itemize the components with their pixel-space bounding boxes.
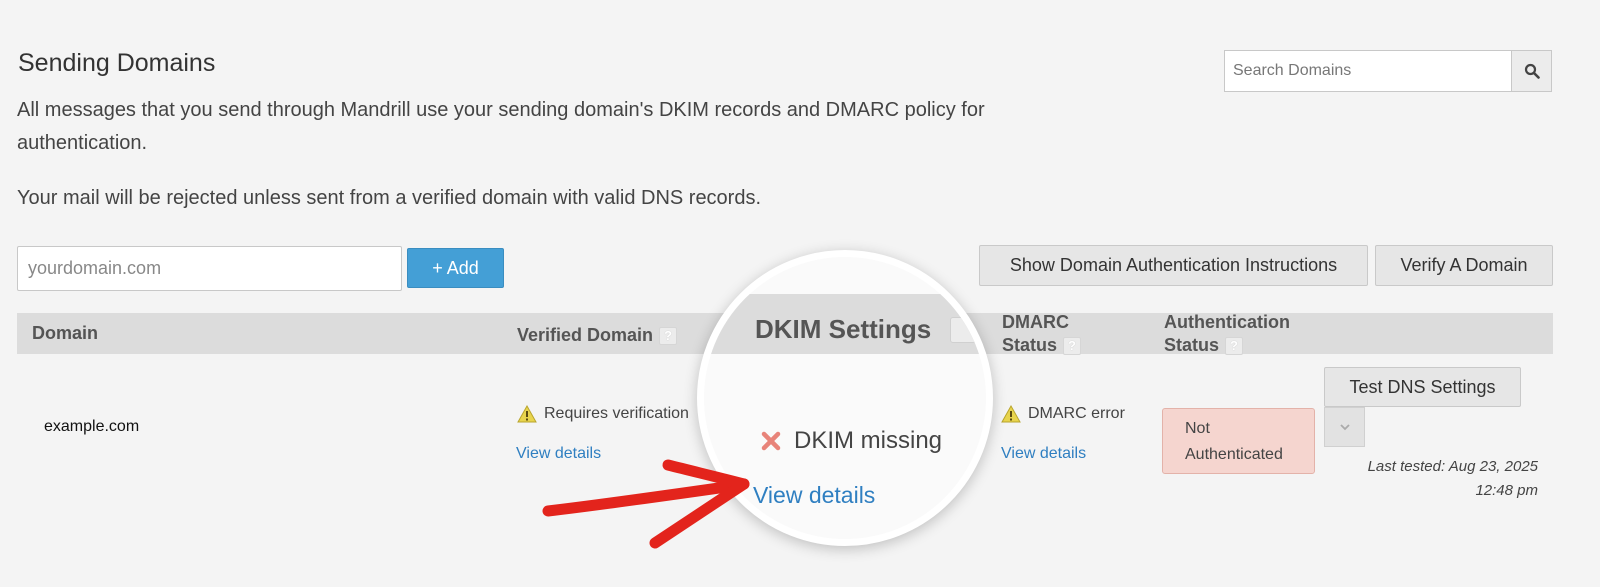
search-button[interactable] xyxy=(1511,51,1551,91)
status-text: Requires verification xyxy=(544,405,689,422)
dmarc-status: DMARC error xyxy=(1001,405,1125,423)
column-label: Status xyxy=(1164,335,1220,355)
column-label: DMARC xyxy=(1002,312,1069,332)
last-tested-date: Last tested: Aug 23, 2025 xyxy=(1367,458,1538,475)
column-header-verified-domain: Verified Domain? xyxy=(517,324,678,347)
column-header-dkim-settings: DKIM Settings xyxy=(755,314,932,344)
rejection-warning-text: Your mail will be rejected unless sent f… xyxy=(17,187,762,209)
page-title: Sending Domains xyxy=(18,49,216,77)
verified-status: Requires verification xyxy=(517,405,689,423)
intro-text: All messages that you send through Mandr… xyxy=(17,99,985,154)
error-x-icon xyxy=(761,431,781,451)
last-tested-time: 12:48 pm xyxy=(1475,482,1538,499)
add-domain-button[interactable]: + Add xyxy=(407,248,504,288)
test-dns-settings-button[interactable]: Test DNS Settings xyxy=(1324,367,1521,407)
column-label: Status xyxy=(1002,335,1058,355)
verify-domain-button[interactable]: Verify A Domain xyxy=(1375,245,1553,286)
help-icon[interactable]: ? xyxy=(659,327,678,346)
column-label: Domain xyxy=(32,323,99,343)
warning-icon xyxy=(1001,405,1021,423)
badge-text: Authenticated xyxy=(1185,446,1283,463)
dmarc-view-details-link[interactable]: View details xyxy=(1001,445,1086,463)
help-icon[interactable]: ? xyxy=(1063,337,1082,356)
column-header-domain: Domain xyxy=(32,322,98,345)
chevron-down-icon xyxy=(1339,424,1350,431)
help-icon[interactable]: ? xyxy=(1225,337,1244,356)
show-authentication-instructions-button[interactable]: Show Domain Authentication Instructions xyxy=(979,245,1368,286)
column-label: Authentication xyxy=(1164,312,1290,332)
status-text: DMARC error xyxy=(1028,405,1125,422)
column-label: Verified Domain xyxy=(517,325,654,345)
column-header-dmarc-status: DMARC Status? xyxy=(1002,311,1082,357)
warning-icon xyxy=(517,405,537,423)
dkim-view-details-link[interactable]: View details xyxy=(753,482,875,509)
not-authenticated-badge: Not Authenticated xyxy=(1162,408,1315,474)
help-icon[interactable] xyxy=(950,317,976,343)
more-actions-dropdown[interactable] xyxy=(1324,407,1365,447)
search-box xyxy=(1224,50,1552,92)
column-header-authentication-status: Authentication Status? xyxy=(1164,311,1290,357)
domain-input[interactable] xyxy=(17,246,402,291)
dkim-status: DKIM missing xyxy=(760,427,942,455)
domain-cell: example.com xyxy=(44,418,140,435)
search-icon xyxy=(1524,63,1540,79)
red-arrow-annotation xyxy=(542,459,750,549)
last-tested-text: Last tested: Aug 23, 2025 12:48 pm xyxy=(1340,455,1538,503)
search-domains-input[interactable] xyxy=(1225,51,1511,91)
badge-text: Not xyxy=(1185,420,1210,437)
status-text: DKIM missing xyxy=(794,427,943,454)
